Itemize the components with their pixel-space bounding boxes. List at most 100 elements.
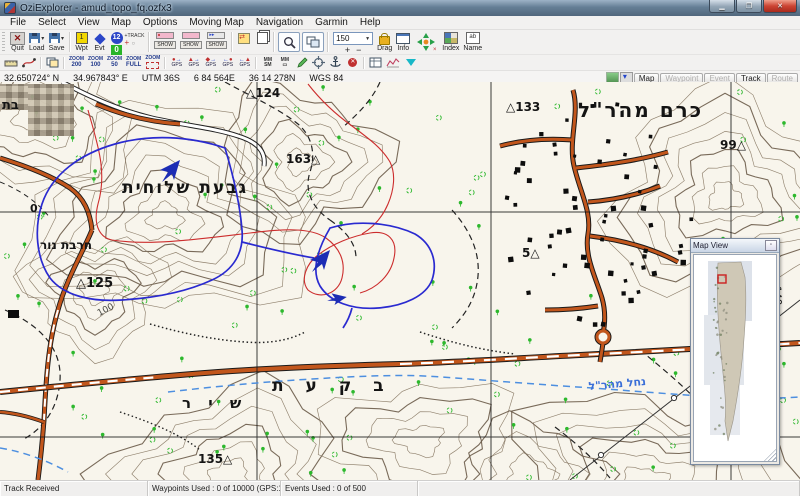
track-bar-icon [207,32,226,39]
censored-tile [28,84,74,136]
pan-arrows-icon: × [417,33,437,52]
alarm-zone-button[interactable]: ✕ [344,56,361,70]
ruler-button[interactable] [2,56,20,70]
menu-file[interactable]: File [4,16,32,29]
menu-garmin[interactable]: Garmin [309,16,354,29]
map-view-title-bar[interactable]: Map View ▫ [691,239,779,253]
move-note-icon [238,32,251,44]
place-name-kerem-maharal: כרם מהר"ל [578,98,704,122]
gps-arrow-icon [327,293,347,306]
spot-height-99: 99△ [720,138,746,152]
map-name-button[interactable]: ab Name [461,31,484,53]
crosshair-icon [312,56,326,69]
grid-label-0: 0 [30,202,38,215]
menu-select[interactable]: Select [32,16,72,29]
gps-send-waypoints-button[interactable]: ●→ GPS [168,56,185,70]
zoom-window-button[interactable]: ZOOM [143,56,162,70]
lock-icon [379,32,391,45]
app-icon [4,2,16,14]
magnify-button[interactable] [278,32,301,52]
pan-control[interactable]: × [412,31,440,53]
menu-options[interactable]: Options [137,16,183,29]
spot-height-133: △133 [506,100,541,114]
ozi-explorer-window: { "window": {"title": "OziExplorer - amu… [0,0,800,496]
map-canvas[interactable]: △124 163△ △133 99△ 5△ △125 135△ גבעת שלו… [0,82,800,480]
zoom-level-select[interactable]: 150 ▼ [333,32,374,45]
menu-moving-map[interactable]: Moving Map [183,16,249,29]
quit-button[interactable]: ✕ Quit [8,31,27,53]
funnel-icon [405,59,416,66]
maximize-button[interactable]: ❐ [736,0,762,13]
event-icon [93,33,106,45]
map-frame-button[interactable] [367,56,384,70]
svg-text:×: × [433,47,437,52]
drag-map-button[interactable]: Drag [375,31,394,53]
copy-map-button[interactable] [44,56,61,70]
place-name-khirbet-nur: חרבת נור [40,238,92,252]
track-filter-button[interactable] [402,56,419,70]
contour-lines [0,82,800,480]
event-count-badge: 0 [111,45,123,55]
gps-get-tracks-button[interactable]: ←▲ GPS [236,56,253,70]
map-view-panel-button[interactable]: ▫ [765,240,777,251]
menu-help[interactable]: Help [354,16,387,29]
chart-icon [386,58,400,68]
draw-track-button[interactable] [293,56,310,70]
menu-navigation[interactable]: Navigation [250,16,309,29]
zoom-200-button[interactable]: ZOOM 200 [67,56,86,70]
save-button[interactable]: ▾ Save [47,31,67,53]
place-name-bikat-a: ב ק ע ת [272,376,392,396]
anchor-alarm-button[interactable] [327,56,344,70]
close-button[interactable]: ✕ [763,0,797,13]
moving-map-config-button[interactable]: MM ▭ [276,56,293,70]
title-bar[interactable]: OziExplorer - amud_topo_fq.ozfx3 ▁ ❐ ✕ [0,0,800,16]
zoom-rect-icon [146,62,160,69]
main-toolbar: ✕ Quit ▾ Load ▾ Save 1 Wpt Evt 12 0 +TRA… [0,30,800,55]
zoom-50-button[interactable]: ZOOM 50 [105,56,124,70]
position-target-button[interactable] [310,56,327,70]
add-point-icon[interactable]: + ○ [125,39,136,48]
event-button[interactable]: Evt [91,31,109,53]
menu-view[interactable]: View [72,16,106,29]
pencil-icon [297,56,308,68]
waypoint-icon: 1 [75,32,88,44]
alarm-wheel-icon: ✕ [348,58,358,67]
toolbar-grip[interactable] [2,32,5,52]
track-point-counter: 12 0 [110,32,123,55]
windows-icon [306,36,320,48]
zoom-full-button[interactable]: ZOOM FULL [124,56,143,70]
menu-bar: File Select View Map Options Moving Map … [0,16,800,30]
track-profile-button[interactable] [384,56,402,70]
status-bar: Track Received Waypoints Used : 0 of 100… [0,480,800,496]
map-view-panel[interactable]: Map View ▫ [690,238,780,465]
show-events-button[interactable]: SHOW [178,31,204,50]
waypoint-button[interactable]: 1 Wpt [73,31,91,53]
waypoint-bar-icon [156,32,175,39]
menu-map[interactable]: Map [105,16,136,29]
map-view-resize-grip[interactable] [764,449,776,461]
status-spacer [418,481,800,496]
show-waypoints-button[interactable]: SHOW [152,31,178,50]
zoom-out-button[interactable]: − [356,46,361,55]
map-index-button[interactable]: Index [440,31,461,53]
gps-send-tracks-button[interactable]: ▲→ GPS [185,56,202,70]
window-select-button[interactable] [302,32,325,52]
map-info-button[interactable]: Info [394,31,412,53]
magnifier-icon [283,36,296,49]
pages-button[interactable] [253,31,271,45]
load-button[interactable]: ▾ Load [27,31,47,53]
window-title: OziExplorer - amud_topo_fq.ozfx3 [20,2,172,14]
zoom-100-button[interactable]: ZOOM 100 [86,56,105,70]
place-name-bikat-b: ש י ר [182,394,248,412]
gps-get-waypoints-button[interactable]: ←● GPS [219,56,236,70]
minimize-button[interactable]: ▁ [709,0,735,13]
route-tool-button[interactable] [20,56,38,70]
gps-send-routes-button[interactable]: ◆→ GPS [202,56,219,70]
moving-map-start-button[interactable]: MM SM [259,56,276,70]
zoom-in-button[interactable]: + [345,46,350,55]
status-track-received: Track Received [0,481,148,496]
anchor-icon [330,56,341,67]
show-tracks-button[interactable]: SHOW [204,31,230,50]
move-waypoint-button[interactable] [235,31,253,45]
map-view-overview[interactable] [693,254,777,462]
